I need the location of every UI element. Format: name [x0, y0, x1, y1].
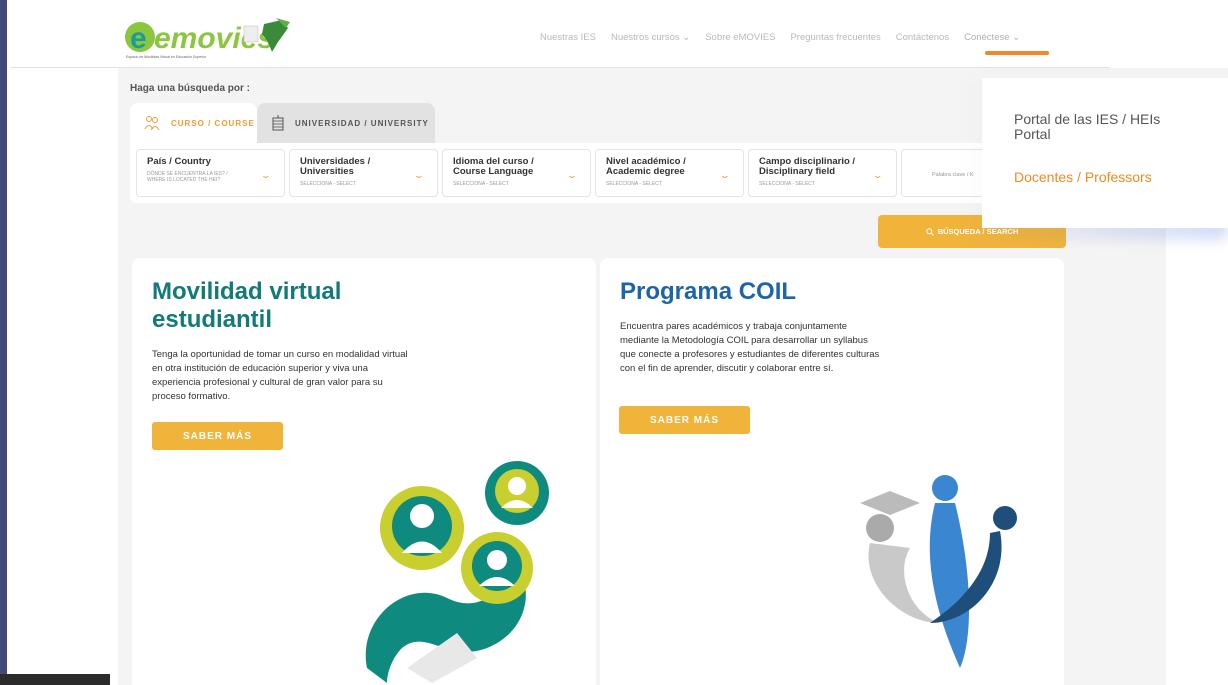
cookie-settings-tab[interactable] [0, 674, 110, 685]
chevron-down-icon: ⌄ [413, 170, 425, 180]
filter-country-title: País / Country [147, 156, 211, 167]
filter-universities[interactable]: Universidades / Universities SELECCIONA … [289, 149, 438, 197]
search-icon [926, 227, 934, 236]
card-coil-program-text: Encuentra pares académicos y trabaja con… [620, 321, 880, 374]
chevron-down-icon: ⌄ [566, 170, 578, 180]
main-nav: Nuestras IES Nuestros cursos ⌄ Sobre eMO… [540, 32, 1020, 43]
chevron-down-icon: ⌄ [719, 170, 731, 180]
card-coil-program-title: Programa COIL [620, 278, 797, 305]
filter-universities-sub: SELECCIONA - SELECT [300, 181, 356, 187]
learn-more-button[interactable]: SABER MÁS [152, 422, 283, 450]
people-icon [144, 116, 160, 131]
chevron-down-icon: ⌄ [260, 170, 272, 180]
nav-conectese[interactable]: Conéctese ⌄ [964, 32, 1020, 43]
nav-active-underline [985, 51, 1049, 55]
card-student-mobility-title: Movilidad virtual estudiantil [152, 278, 342, 333]
emovies-logo[interactable]: e emovies Espacio de Movilidad Virtual e… [118, 14, 298, 60]
dropdown-item-professors[interactable]: Docentes / Professors [1014, 170, 1152, 185]
conectese-dropdown: Portal de las IES / HEIs Portal Docentes… [982, 68, 1228, 228]
tab-course-label: CURSO / COURSE [171, 118, 255, 128]
filter-academic-degree-sub: SELECCIONA - SELECT [606, 181, 662, 187]
nav-preguntas-frecuentes[interactable]: Preguntas frecuentes [790, 32, 880, 43]
dropdown-item-ies-portal[interactable]: Portal de las IES / HEIs Portal [1014, 112, 1194, 142]
filter-disciplinary-field-sub: SELECCIONA - SELECT [759, 181, 815, 187]
students-network-illustration [365, 461, 549, 683]
card-coil-program: Programa COIL Encuentra pares académicos… [600, 258, 1064, 685]
tab-university-label: UNIVERSIDAD / UNIVERSITY [295, 118, 429, 128]
card-student-mobility: Movilidad virtual estudiantil Tenga la o… [132, 258, 596, 685]
tab-course[interactable]: CURSO / COURSE [130, 103, 257, 143]
filter-language-sub: SELECCIONA - SELECT [453, 181, 509, 187]
search-label: Haga una búsqueda por : [130, 83, 251, 94]
filter-academic-degree[interactable]: Nivel académico / Academic degree SELECC… [595, 149, 744, 197]
tab-university[interactable]: UNIVERSIDAD / UNIVERSITY [257, 103, 435, 143]
nav-contactenos[interactable]: Contáctenos [896, 32, 949, 43]
nav-sobre-emovies[interactable]: Sobre eMOVIES [705, 32, 775, 43]
learn-more-button[interactable]: SABER MÁS [619, 406, 750, 434]
window-edge [0, 0, 7, 685]
nav-nuestros-cursos[interactable]: Nuestros cursos ⌄ [611, 32, 690, 43]
card-student-mobility-text: Tenga la oportunidad de tomar un curso e… [152, 349, 408, 402]
svg-text:Espacio de Movilidad Virtual e: Espacio de Movilidad Virtual en Educació… [126, 55, 207, 59]
filter-disciplinary-field[interactable]: Campo disciplinario / Disciplinary field… [748, 149, 897, 197]
coil-collaboration-illustration [860, 475, 1017, 668]
chevron-down-icon: ⌄ [872, 170, 884, 180]
filter-country[interactable]: País / Country DÓNDE SE ENCUENTRA LA IES… [136, 149, 285, 197]
filter-language[interactable]: Idioma del curso / Course Language SELEC… [442, 149, 591, 197]
svg-text:e: e [130, 22, 147, 55]
building-icon [272, 115, 284, 131]
nav-nuestras-ies[interactable]: Nuestras IES [540, 32, 596, 43]
